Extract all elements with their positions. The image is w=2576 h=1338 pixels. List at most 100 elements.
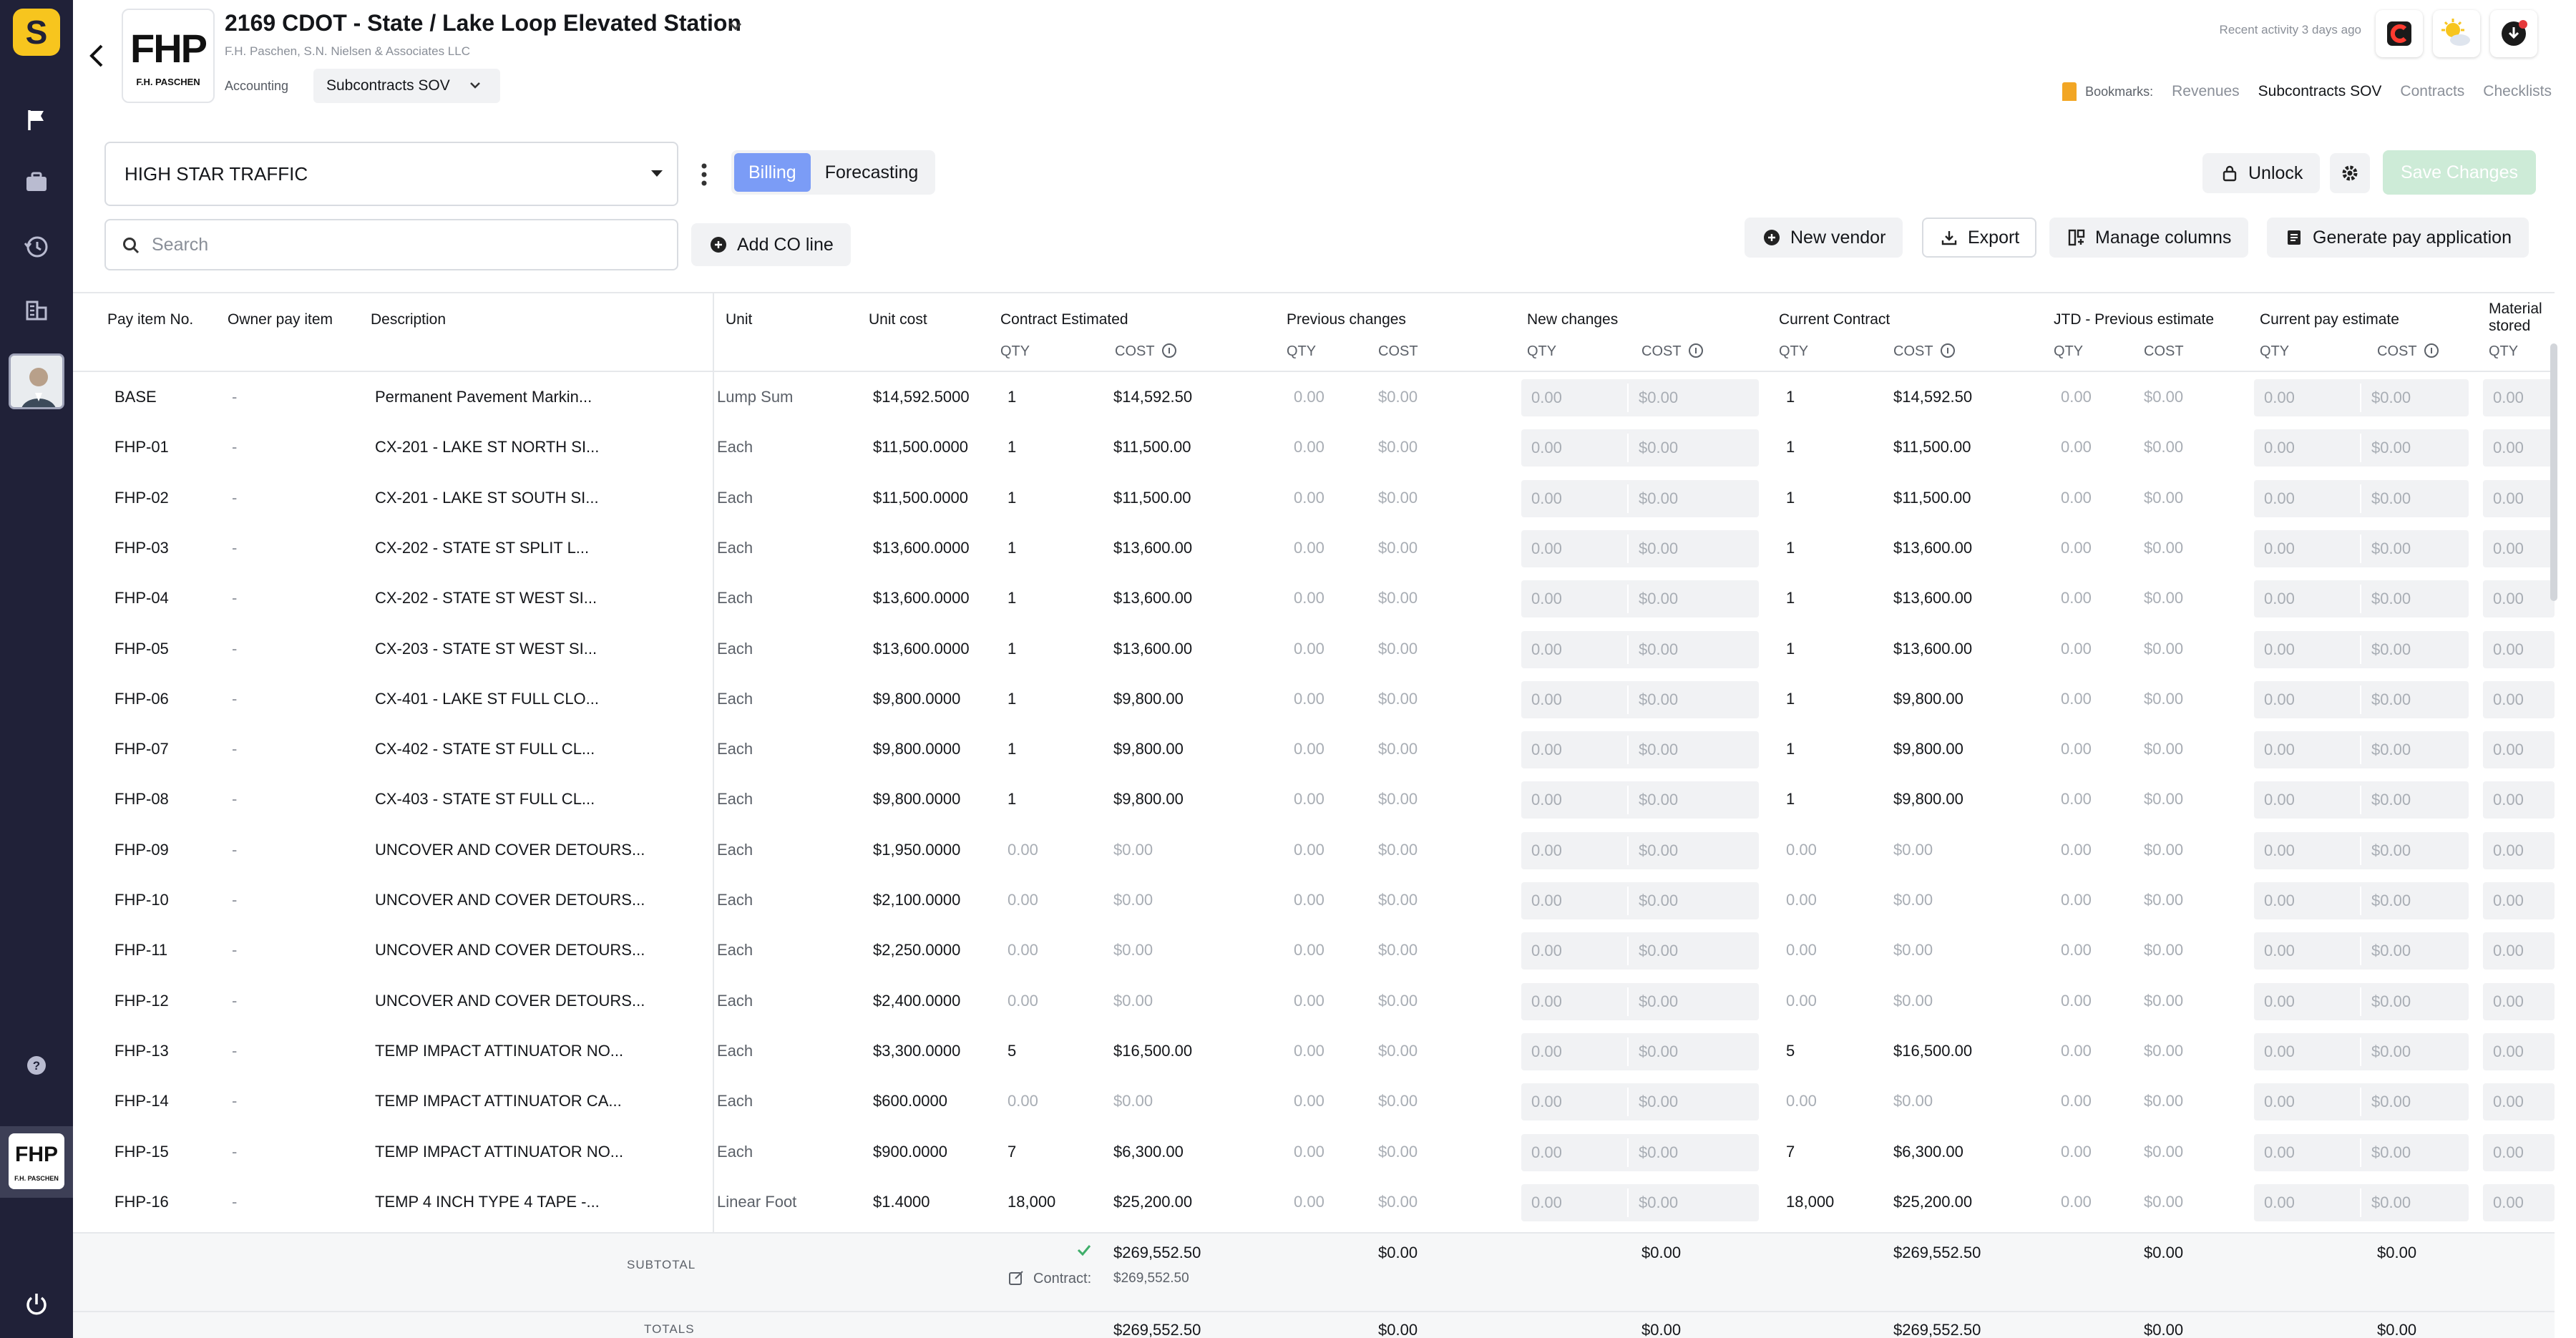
table-row[interactable]: FHP-04 - CX-202 - STATE ST WEST SI... Each $… <box>73 573 2555 623</box>
bookmark-checklists[interactable]: Checklists <box>2483 83 2552 100</box>
col-header-previous-changes[interactable]: Previous changes <box>1287 311 1406 329</box>
help-icon[interactable]: ? <box>19 1048 54 1083</box>
input-current-pay[interactable]: 0.00 $0.00 <box>2254 630 2469 668</box>
input-current-pay[interactable]: 0.00 $0.00 <box>2254 982 2469 1020</box>
col-header-jtd-previous[interactable]: JTD - Previous estimate <box>2054 311 2214 329</box>
info-icon[interactable] <box>1940 343 1955 358</box>
manage-columns-button[interactable]: Manage columns <box>2049 218 2249 258</box>
input-current-pay[interactable]: 0.00 $0.00 <box>2254 1083 2469 1121</box>
input-current-pay[interactable]: 0.00 $0.00 <box>2254 529 2469 567</box>
input-material-stored[interactable]: 0.00 <box>2483 429 2555 467</box>
input-new-changes[interactable]: 0.00 $0.00 <box>1521 379 1759 416</box>
input-current-pay[interactable]: 0.00 $0.00 <box>2254 831 2469 869</box>
col-header-pay-item[interactable]: Pay item No. <box>107 311 193 329</box>
table-row[interactable]: FHP-16 - TEMP 4 INCH TYPE 4 TAPE -... Linea… <box>73 1177 2555 1227</box>
input-material-stored[interactable]: 0.00 <box>2483 529 2555 567</box>
section-dropdown[interactable]: Subcontracts SOV <box>313 69 500 103</box>
tab-forecasting[interactable]: Forecasting <box>811 153 933 192</box>
table-row[interactable]: FHP-02 - CX-201 - LAKE ST SOUTH SI... Each $… <box>73 473 2555 523</box>
input-current-pay[interactable]: 0.00 $0.00 <box>2254 429 2469 467</box>
flag-icon[interactable] <box>19 102 54 137</box>
back-arrow-icon[interactable] <box>84 40 110 72</box>
input-new-changes[interactable]: 0.00 $0.00 <box>1521 882 1759 919</box>
input-current-pay[interactable]: 0.00 $0.00 <box>2254 731 2469 769</box>
input-material-stored[interactable]: 0.00 <box>2483 630 2555 668</box>
table-row[interactable]: FHP-01 - CX-201 - LAKE ST NORTH SI... Each $… <box>73 422 2555 472</box>
table-row[interactable]: FHP-07 - CX-402 - STATE ST FULL CL... Each $… <box>73 724 2555 774</box>
col-header-unit[interactable]: Unit <box>726 311 752 329</box>
settings-button[interactable] <box>2330 153 2370 193</box>
chevron-down-icon[interactable] <box>726 16 746 36</box>
table-row[interactable]: FHP-06 - CX-401 - LAKE ST FULL CLO... Each $… <box>73 674 2555 724</box>
input-new-changes[interactable]: 0.00 $0.00 <box>1521 781 1759 819</box>
generate-pay-application-button[interactable]: Generate pay application <box>2267 218 2529 258</box>
input-new-changes[interactable]: 0.00 $0.00 <box>1521 831 1759 869</box>
input-new-changes[interactable]: 0.00 $0.00 <box>1521 680 1759 718</box>
input-material-stored[interactable]: 0.00 <box>2483 1183 2555 1221</box>
table-row[interactable]: FHP-12 - UNCOVER AND COVER DETOURS... Each $… <box>73 976 2555 1026</box>
app-logo[interactable]: S <box>13 9 60 56</box>
c-brand-icon[interactable] <box>2376 10 2423 57</box>
table-row[interactable]: FHP-10 - UNCOVER AND COVER DETOURS... Each $… <box>73 875 2555 925</box>
input-new-changes[interactable]: 0.00 $0.00 <box>1521 982 1759 1020</box>
input-current-pay[interactable]: 0.00 $0.00 <box>2254 932 2469 970</box>
col-header-owner-pay-item[interactable]: Owner pay item <box>228 311 333 329</box>
add-co-line-button[interactable]: Add CO line <box>691 223 851 266</box>
vertical-scrollbar[interactable] <box>2550 343 2557 601</box>
info-icon[interactable] <box>2424 343 2439 358</box>
input-current-pay[interactable]: 0.00 $0.00 <box>2254 781 2469 819</box>
input-new-changes[interactable]: 0.00 $0.00 <box>1521 1183 1759 1221</box>
more-options-icon[interactable] <box>696 159 713 190</box>
project-title[interactable]: 2169 CDOT - State / Lake Loop Elevated S… <box>225 10 741 36</box>
table-row[interactable]: FHP-03 - CX-202 - STATE ST SPLIT L... Each $… <box>73 523 2555 573</box>
col-header-unit-cost[interactable]: Unit cost <box>869 311 927 329</box>
export-button[interactable]: Export <box>1922 218 2037 258</box>
table-row[interactable]: FHP-09 - UNCOVER AND COVER DETOURS... Each $… <box>73 825 2555 875</box>
unlock-button[interactable]: Unlock <box>2202 153 2321 193</box>
input-current-pay[interactable]: 0.00 $0.00 <box>2254 1133 2469 1171</box>
table-row[interactable]: FHP-05 - CX-203 - STATE ST WEST SI... Each $… <box>73 624 2555 674</box>
input-material-stored[interactable]: 0.00 <box>2483 831 2555 869</box>
input-current-pay[interactable]: 0.00 $0.00 <box>2254 379 2469 416</box>
briefcase-icon[interactable] <box>19 165 54 200</box>
table-row[interactable]: FHP-11 - UNCOVER AND COVER DETOURS... Each $… <box>73 925 2555 975</box>
new-vendor-button[interactable]: New vendor <box>1745 218 1903 258</box>
input-new-changes[interactable]: 0.00 $0.00 <box>1521 529 1759 567</box>
bookmark-revenues[interactable]: Revenues <box>2172 83 2240 100</box>
input-current-pay[interactable]: 0.00 $0.00 <box>2254 580 2469 618</box>
bookmark-subcontracts-sov[interactable]: Subcontracts SOV <box>2258 83 2382 100</box>
bookmark-contracts[interactable]: Contracts <box>2400 83 2464 100</box>
input-current-pay[interactable]: 0.00 $0.00 <box>2254 479 2469 517</box>
col-header-new-changes[interactable]: New changes <box>1527 311 1618 329</box>
input-material-stored[interactable]: 0.00 <box>2483 781 2555 819</box>
input-material-stored[interactable]: 0.00 <box>2483 1032 2555 1070</box>
input-material-stored[interactable]: 0.00 <box>2483 379 2555 416</box>
search-input[interactable] <box>152 229 653 260</box>
table-row[interactable]: FHP-15 - TEMP IMPACT ATTINUATOR NO... Each $… <box>73 1127 2555 1177</box>
input-new-changes[interactable]: 0.00 $0.00 <box>1521 429 1759 467</box>
input-new-changes[interactable]: 0.00 $0.00 <box>1521 1032 1759 1070</box>
input-material-stored[interactable]: 0.00 <box>2483 882 2555 919</box>
col-header-current-contract[interactable]: Current Contract <box>1779 311 1890 329</box>
company-switcher[interactable]: FHP F.H. PASCHEN <box>0 1126 73 1198</box>
input-material-stored[interactable]: 0.00 <box>2483 932 2555 970</box>
input-material-stored[interactable]: 0.00 <box>2483 1133 2555 1171</box>
input-material-stored[interactable]: 0.00 <box>2483 982 2555 1020</box>
info-icon[interactable] <box>1688 343 1703 358</box>
input-current-pay[interactable]: 0.00 $0.00 <box>2254 882 2469 919</box>
input-current-pay[interactable]: 0.00 $0.00 <box>2254 680 2469 718</box>
input-new-changes[interactable]: 0.00 $0.00 <box>1521 479 1759 517</box>
col-header-description[interactable]: Description <box>371 311 446 329</box>
col-header-contract-estimated[interactable]: Contract Estimated <box>1000 311 1128 329</box>
input-material-stored[interactable]: 0.00 <box>2483 1083 2555 1121</box>
input-new-changes[interactable]: 0.00 $0.00 <box>1521 1083 1759 1121</box>
table-row[interactable]: FHP-14 - TEMP IMPACT ATTINUATOR CA... Each $… <box>73 1076 2555 1126</box>
save-changes-button[interactable]: Save Changes <box>2383 150 2536 195</box>
weather-icon[interactable] <box>2433 10 2480 57</box>
table-row[interactable]: FHP-08 - CX-403 - STATE ST FULL CL... Each $… <box>73 774 2555 824</box>
vendor-select[interactable]: HIGH STAR TRAFFIC <box>104 142 678 206</box>
user-avatar[interactable] <box>9 353 64 409</box>
table-row[interactable]: FHP-13 - TEMP IMPACT ATTINUATOR NO... Each $… <box>73 1026 2555 1076</box>
input-material-stored[interactable]: 0.00 <box>2483 479 2555 517</box>
history-icon[interactable] <box>19 229 54 265</box>
